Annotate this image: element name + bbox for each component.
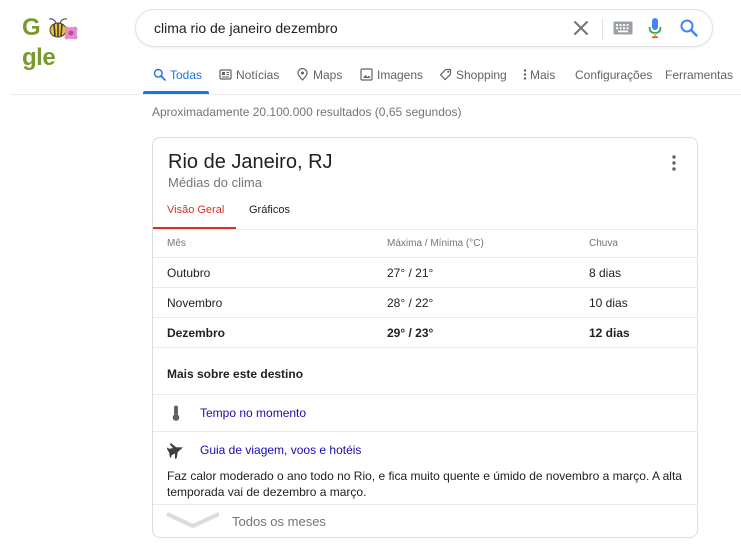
search-tabs: Todas Notícias Maps Imagens Shopping Mai… — [0, 64, 741, 94]
keyboard-icon[interactable] — [613, 21, 633, 35]
all-months-button[interactable]: Todos os meses — [232, 514, 326, 529]
tab-news[interactable]: Notícias — [219, 64, 279, 94]
tag-icon — [439, 68, 452, 81]
logo-prefix: G — [22, 14, 41, 41]
cell-temperature: 28° / 22° — [387, 296, 434, 310]
climate-card: Rio de Janeiro, RJ Médias do clima Visão… — [152, 137, 698, 538]
table-bottom-rule — [153, 347, 697, 348]
search-box[interactable]: clima rio de janeiro dezembro — [135, 9, 713, 47]
link-label[interactable]: Guia de viagem, voos e hotéis — [200, 443, 361, 457]
link-travel-guide[interactable]: Guia de viagem, voos e hotéis — [153, 431, 697, 468]
card-subtitle: Médias do clima — [168, 175, 262, 190]
tab-maps[interactable]: Maps — [296, 64, 342, 94]
tab-label: Todas — [170, 68, 203, 82]
more-about-title: Mais sobre este destino — [167, 367, 304, 381]
tab-settings[interactable]: Configurações — [575, 64, 652, 94]
table-row-highlighted: Dezembro 29° / 23° 12 dias — [153, 317, 697, 347]
search-icon[interactable] — [679, 18, 699, 38]
cell-month: Outubro — [167, 266, 211, 280]
expand-divider — [153, 504, 697, 505]
cell-temperature: 27° / 21° — [387, 266, 434, 280]
more-vertical-icon — [523, 69, 527, 80]
card-tab-charts[interactable]: Gráficos — [249, 204, 290, 230]
search-divider — [602, 18, 603, 39]
thermometer-icon — [172, 405, 180, 421]
cell-rain: 12 dias — [589, 326, 630, 340]
map-pin-icon — [297, 68, 308, 81]
google-doodle-logo[interactable]: Ggle — [22, 13, 100, 71]
tab-label: Mais — [530, 68, 556, 82]
card-tab-divider — [153, 229, 697, 230]
table-row: Outubro 27° / 21° 8 dias — [153, 257, 697, 287]
tab-more[interactable]: Mais — [522, 64, 555, 94]
tab-shopping[interactable]: Shopping — [439, 64, 507, 94]
search-icon — [153, 68, 166, 81]
cell-month: Novembro — [167, 296, 223, 310]
cell-month: Dezembro — [167, 326, 226, 340]
tab-label: Maps — [313, 68, 343, 82]
clear-icon[interactable] — [571, 18, 591, 38]
column-header-rain: Chuva — [589, 238, 618, 249]
cell-temperature: 29° / 23° — [387, 326, 434, 340]
tab-label: Shopping — [456, 68, 507, 82]
result-stats: Aproximadamente 20.100.000 resultados (0… — [152, 105, 462, 119]
microphone-icon[interactable] — [647, 17, 663, 39]
tab-images[interactable]: Imagens — [360, 64, 423, 94]
news-icon — [219, 69, 232, 80]
bee-doodle-icon — [48, 18, 78, 40]
tab-label: Configurações — [575, 68, 653, 82]
cell-rain: 10 dias — [589, 296, 628, 310]
link-current-weather[interactable]: Tempo no momento — [153, 394, 697, 431]
link-label[interactable]: Tempo no momento — [200, 406, 306, 420]
card-title: Rio de Janeiro, RJ — [168, 151, 333, 173]
table-row: Novembro 28° / 22° 10 dias — [153, 287, 697, 317]
search-input[interactable]: clima rio de janeiro dezembro — [154, 20, 338, 36]
tab-all[interactable]: Todas — [153, 64, 202, 94]
tab-label: Notícias — [236, 68, 280, 82]
more-options-icon[interactable] — [666, 154, 682, 172]
header-divider — [10, 94, 741, 95]
tab-label: Imagens — [377, 68, 424, 82]
tab-tools[interactable]: Ferramentas — [665, 64, 733, 94]
airplane-icon — [167, 443, 184, 459]
cell-rain: 8 dias — [589, 266, 622, 280]
image-icon — [360, 68, 373, 81]
destination-description: Faz calor moderado o ano todo no Rio, e … — [167, 469, 682, 499]
column-header-temperature: Máxima / Mínima (°C) — [387, 238, 484, 249]
tab-label: Ferramentas — [665, 68, 734, 82]
chevron-down-icon[interactable] — [165, 510, 221, 532]
column-header-month: Mês — [167, 238, 186, 249]
